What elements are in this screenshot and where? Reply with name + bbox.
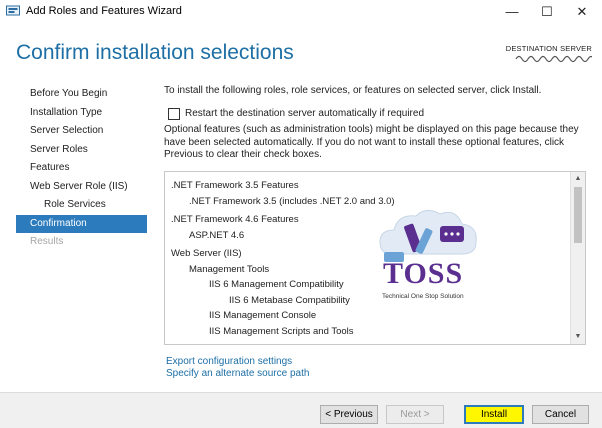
restart-label[interactable]: Restart the destination server automatic… bbox=[185, 107, 424, 120]
destination-server-name-redacted bbox=[515, 55, 592, 63]
next-button: Next > bbox=[386, 405, 444, 424]
list-item: IIS Management Console bbox=[209, 310, 317, 321]
install-button[interactable]: Install bbox=[464, 405, 524, 424]
list-item: Web Server (IIS) bbox=[171, 248, 242, 259]
export-configuration-link[interactable]: Export configuration settings bbox=[166, 356, 309, 368]
nav-before-you-begin[interactable]: Before You Begin bbox=[16, 85, 147, 104]
maximize-button[interactable]: ☐ bbox=[530, 0, 564, 24]
links-area: Export configuration settings Specify an… bbox=[166, 356, 309, 380]
minimize-button[interactable]: — bbox=[495, 0, 529, 24]
list-scrollbar[interactable]: ▲ ▼ bbox=[570, 172, 585, 344]
scroll-down-arrow-icon[interactable]: ▼ bbox=[571, 330, 585, 344]
watermark-tagline: Technical One Stop Solution bbox=[382, 293, 464, 300]
intro-text: To install the following roles, role ser… bbox=[164, 85, 542, 96]
title-bar: Add Roles and Features Wizard — ☐ ✕ bbox=[0, 0, 602, 24]
nav-confirmation[interactable]: Confirmation bbox=[16, 214, 147, 233]
previous-button[interactable]: < Previous bbox=[320, 405, 378, 424]
window-title: Add Roles and Features Wizard bbox=[26, 5, 182, 17]
nav-features[interactable]: Features bbox=[16, 159, 147, 178]
server-manager-icon bbox=[6, 5, 20, 16]
page-title: Confirm installation selections bbox=[16, 41, 294, 64]
list-item: .NET Framework 4.6 Features bbox=[171, 214, 299, 225]
features-tree: .NET Framework 3.5 Features .NET Framewo… bbox=[171, 178, 561, 339]
watermark-title: TOSS bbox=[383, 257, 464, 290]
nav-server-roles[interactable]: Server Roles bbox=[16, 141, 147, 160]
restart-checkbox[interactable] bbox=[168, 108, 180, 120]
nav-installation-type[interactable]: Installation Type bbox=[16, 104, 147, 123]
footer-bar: < Previous Next > Install Cancel bbox=[0, 392, 602, 428]
wizard-steps-nav: Before You Begin Installation Type Serve… bbox=[16, 85, 147, 252]
destination-server-label: DESTINATION SERVER bbox=[505, 44, 592, 53]
cancel-button[interactable]: Cancel bbox=[532, 405, 589, 424]
list-item: .NET Framework 3.5 Features bbox=[171, 180, 299, 191]
scroll-thumb[interactable] bbox=[574, 187, 582, 243]
nav-role-services[interactable]: Role Services bbox=[16, 196, 147, 215]
list-item: .NET Framework 3.5 (includes .NET 2.0 an… bbox=[189, 195, 395, 207]
list-item: IIS Management Scripts and Tools bbox=[209, 325, 354, 337]
list-item: IIS 6 Management Compatibility bbox=[209, 279, 344, 290]
nav-web-server-role[interactable]: Web Server Role (IIS) bbox=[16, 178, 147, 197]
selected-features-list[interactable]: .NET Framework 3.5 Features .NET Framewo… bbox=[164, 171, 586, 345]
list-item: IIS 6 Metabase Compatibility bbox=[229, 294, 350, 306]
alternate-source-path-link[interactable]: Specify an alternate source path bbox=[166, 368, 309, 380]
close-button[interactable]: ✕ bbox=[565, 0, 599, 24]
optional-features-note: Optional features (such as administratio… bbox=[164, 124, 579, 160]
list-item: ASP.NET 4.6 bbox=[189, 229, 245, 241]
nav-server-selection[interactable]: Server Selection bbox=[16, 122, 147, 141]
toss-watermark: TOSS Technical One Stop Solution bbox=[378, 208, 490, 303]
nav-results: Results bbox=[30, 236, 64, 247]
list-item: Management Tools bbox=[189, 263, 270, 275]
scroll-up-arrow-icon[interactable]: ▲ bbox=[571, 172, 585, 186]
